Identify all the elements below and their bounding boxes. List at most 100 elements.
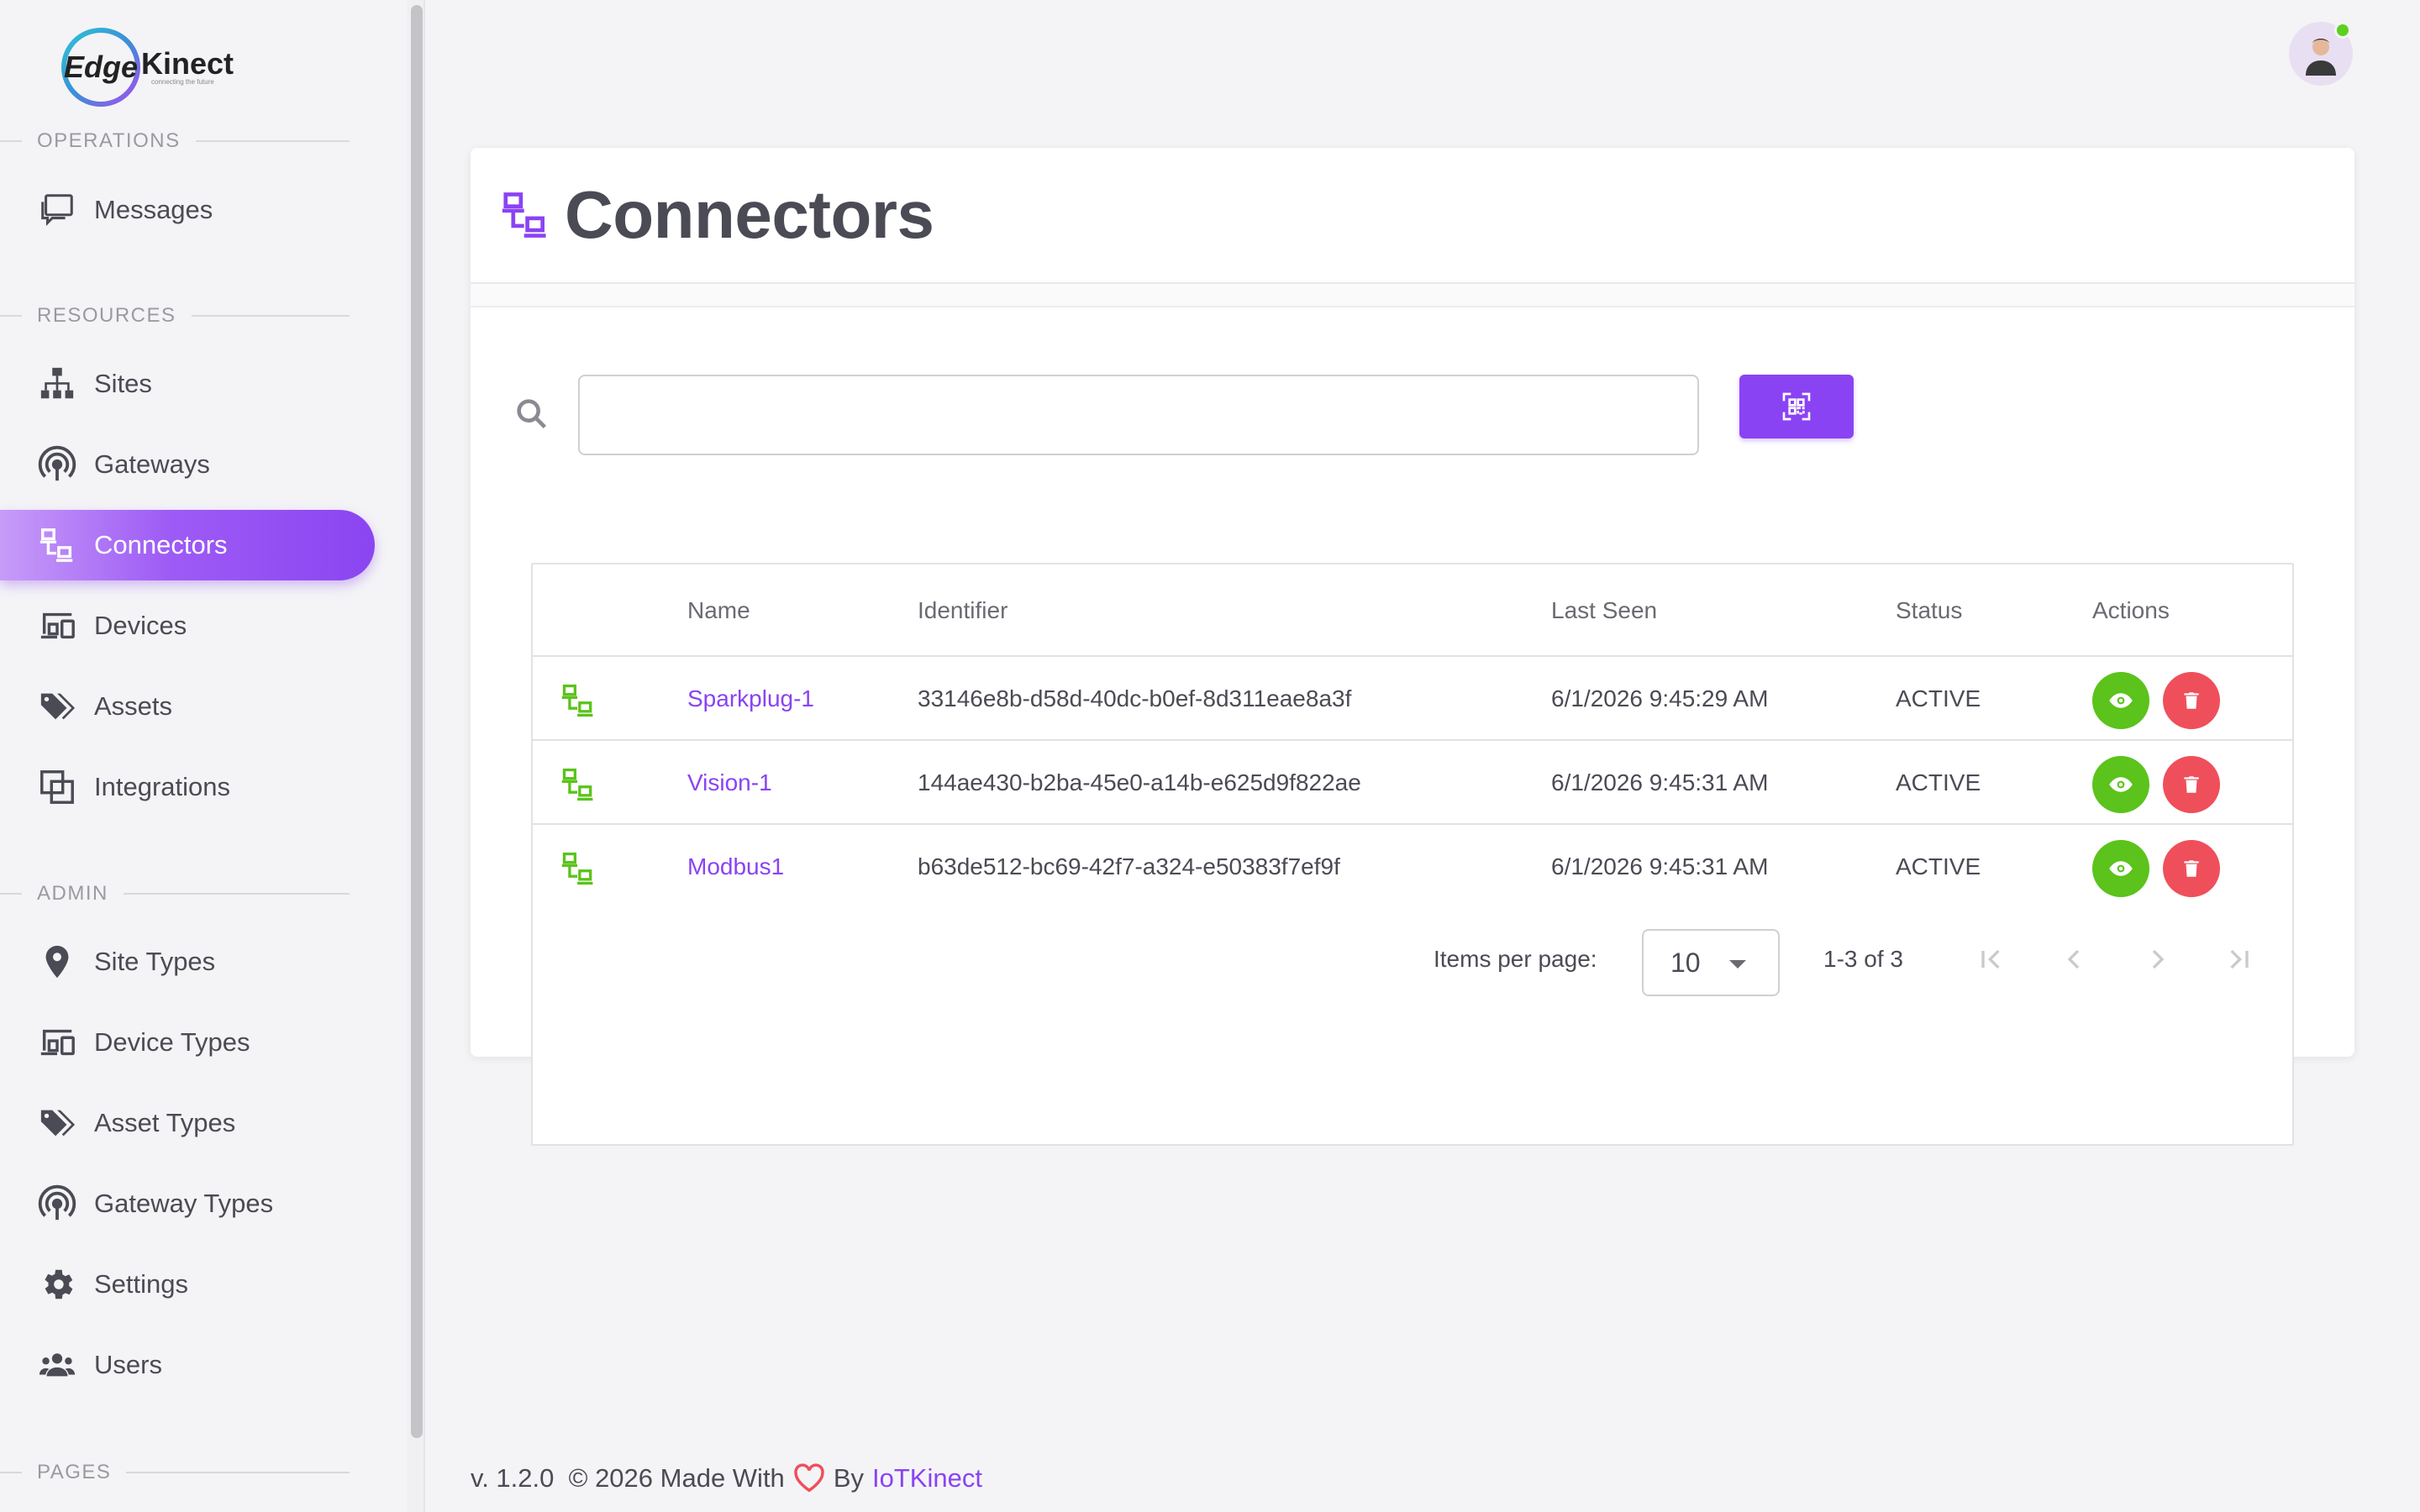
- table-row: Vision-1 144ae430-b2ba-45e0-a14b-e625d9f…: [533, 741, 2292, 825]
- connector-status: ACTIVE: [1896, 769, 1981, 795]
- gateway-icon: [37, 444, 77, 485]
- sidebar-item-device-types[interactable]: Device Types: [0, 1007, 375, 1078]
- sidebar-item-label: Gateways: [94, 449, 210, 479]
- connector-status: ACTIVE: [1896, 685, 1981, 711]
- logo-tagline: connecting the future: [151, 78, 214, 86]
- sidebar-item-label: Users: [94, 1350, 162, 1379]
- view-button[interactable]: [2092, 756, 2149, 813]
- tags-icon: [37, 1103, 77, 1143]
- sidebar-scrollbar-thumb[interactable]: [411, 5, 423, 1438]
- brand-logo[interactable]: Edge Kinect connecting the future: [57, 24, 242, 111]
- sidebar-item-integrations[interactable]: Integrations: [0, 752, 375, 822]
- first-page-icon: [1981, 949, 2000, 969]
- version-label: v. 1.2.0: [471, 1463, 555, 1493]
- sidebar-item-sites[interactable]: Sites: [0, 349, 375, 419]
- previous-page-button[interactable]: [2052, 937, 2096, 981]
- delete-button[interactable]: [2163, 672, 2220, 729]
- view-button[interactable]: [2092, 672, 2149, 729]
- table-row: Sparkplug-1 33146e8b-d58d-40dc-b0ef-8d31…: [533, 657, 2292, 741]
- page-size-value: 10: [1670, 947, 1701, 978]
- logo-text-left: Edge: [64, 50, 138, 84]
- column-header-last-seen[interactable]: Last Seen: [1551, 564, 1657, 657]
- logo-text-right: Kinect: [141, 46, 234, 81]
- column-header-identifier[interactable]: Identifier: [918, 564, 1007, 657]
- users-icon: [37, 1345, 77, 1385]
- sidebar-item-label: Connectors: [94, 530, 228, 559]
- sidebar-item-messages[interactable]: Messages: [0, 175, 375, 245]
- sidebar-item-devices[interactable]: Devices: [0, 591, 375, 661]
- integrations-icon: [37, 767, 77, 807]
- search-input[interactable]: [578, 375, 1699, 455]
- last-page-button[interactable]: [2217, 937, 2260, 981]
- connector-name-link[interactable]: Vision-1: [687, 741, 772, 825]
- column-header-status[interactable]: Status: [1896, 564, 1962, 657]
- connector-icon: [502, 192, 546, 238]
- sidebar-item-site-types[interactable]: Site Types: [0, 927, 375, 997]
- sidebar-item-label: Assets: [94, 691, 173, 721]
- connector-identifier: 144ae430-b2ba-45e0-a14b-e625d9f822ae: [918, 769, 1361, 795]
- connector-icon: [561, 768, 593, 801]
- connector-icon: [37, 525, 77, 565]
- last-page-icon: [2230, 949, 2249, 969]
- connector-name-link[interactable]: Sparkplug-1: [687, 657, 814, 741]
- connector-last-seen: 6/1/2026 9:45:29 AM: [1551, 685, 1769, 711]
- connectors-card: Connectors Name Identifier Last Seen Sta…: [471, 148, 2354, 1146]
- heart-icon: [794, 1463, 824, 1493]
- iotkinect-link[interactable]: IoTKinect: [872, 1463, 982, 1494]
- page-range-label: 1-3 of 3: [1823, 946, 1903, 972]
- devices-icon: [37, 1022, 77, 1063]
- view-button[interactable]: [2092, 840, 2149, 897]
- column-header-actions: Actions: [2092, 597, 2170, 623]
- by-text: By: [833, 1463, 864, 1493]
- page-size-select[interactable]: 10: [1642, 929, 1780, 996]
- connectors-table: Name Identifier Last Seen Status Actions…: [531, 563, 2294, 1146]
- section-admin: ADMIN: [0, 881, 350, 906]
- section-pages: PAGES: [0, 1460, 350, 1485]
- card-header: Connectors: [471, 148, 2354, 284]
- sidebar-item-users[interactable]: Users: [0, 1330, 375, 1400]
- devices-icon: [37, 606, 77, 646]
- connector-last-seen: 6/1/2026 9:45:31 AM: [1551, 769, 1769, 795]
- sidebar-item-label: Asset Types: [94, 1108, 236, 1137]
- sidebar-item-assets[interactable]: Assets: [0, 671, 375, 742]
- delete-button[interactable]: [2163, 840, 2220, 897]
- connector-name-link[interactable]: Modbus1: [687, 825, 784, 909]
- chevron-right-icon: [2152, 949, 2165, 969]
- sidebar-item-label: Site Types: [94, 947, 216, 976]
- sidebar-item-label: Messages: [94, 195, 213, 224]
- table-header: Name Identifier Last Seen Status Actions: [533, 564, 2292, 657]
- page-title: Connectors: [565, 177, 934, 252]
- copyright-text: © 2026 Made With: [568, 1463, 785, 1493]
- sidebar-item-gateways[interactable]: Gateways: [0, 429, 375, 500]
- sidebar-item-settings[interactable]: Settings: [0, 1249, 375, 1320]
- sidebar-item-connectors[interactable]: Connectors: [0, 510, 375, 580]
- sidebar-item-label: Devices: [94, 611, 187, 640]
- connector-last-seen: 6/1/2026 9:45:31 AM: [1551, 853, 1769, 879]
- sidebar-item-label: Sites: [94, 369, 152, 398]
- gear-icon: [37, 1264, 77, 1305]
- connector-icon: [561, 852, 593, 885]
- sidebar-item-label: Settings: [94, 1269, 189, 1299]
- eye-icon: [2109, 861, 2133, 876]
- online-status-indicator: [2334, 22, 2351, 39]
- trash-icon: [2184, 692, 2199, 709]
- first-page-button[interactable]: [1970, 937, 2013, 981]
- eye-icon: [2109, 693, 2133, 708]
- app-root: Edge Kinect connecting the future OPERAT…: [0, 0, 2420, 1512]
- column-header-name[interactable]: Name: [687, 564, 750, 657]
- caret-down-icon: [1729, 960, 1746, 969]
- connector-status: ACTIVE: [1896, 853, 1981, 879]
- messages-icon: [37, 190, 77, 230]
- header-divider: [471, 284, 2354, 307]
- connector-identifier: b63de512-bc69-42f7-a324-e50383f7ef9f: [918, 853, 1340, 879]
- sidebar-item-asset-types[interactable]: Asset Types: [0, 1088, 375, 1158]
- trash-icon: [2184, 860, 2199, 877]
- sidebar-item-gateway-types[interactable]: Gateway Types: [0, 1168, 375, 1239]
- gateway-icon: [37, 1184, 77, 1224]
- next-page-button[interactable]: [2136, 937, 2180, 981]
- scan-qr-button[interactable]: [1739, 375, 1854, 438]
- footer: v. 1.2.0 © 2026 Made With By IoTKinect: [471, 1458, 982, 1499]
- trash-icon: [2184, 776, 2199, 793]
- tags-icon: [37, 686, 77, 727]
- delete-button[interactable]: [2163, 756, 2220, 813]
